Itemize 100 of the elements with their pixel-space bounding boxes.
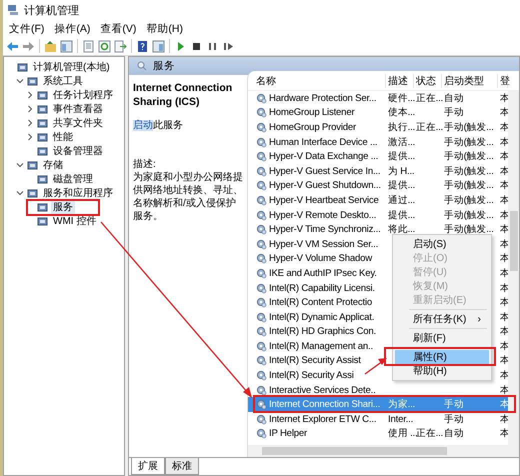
gear-icon	[256, 340, 267, 352]
expand-chevron-icon[interactable]	[26, 105, 34, 113]
column-header[interactable]: 登	[498, 74, 508, 88]
help-icon[interactable]	[136, 40, 149, 52]
service-name[interactable]: Hyper-V Guest Service In...	[269, 166, 380, 177]
tree-item[interactable]: 服务和应用程序	[41, 186, 115, 200]
vertical-scrollbar[interactable]	[508, 91, 519, 445]
console-node-icon	[37, 216, 48, 226]
gear-icon	[256, 194, 267, 206]
service-name[interactable]: Intel(R) Security Assi	[269, 370, 354, 382]
back-arrow-icon[interactable]	[6, 40, 19, 52]
gear-icon	[256, 136, 267, 148]
column-header[interactable]: 状态	[414, 74, 442, 88]
table-cell: 激活...	[388, 136, 415, 149]
menu-item[interactable]: 刷新(F)	[395, 331, 489, 345]
gear-icon	[256, 326, 267, 338]
service-name[interactable]: HomeGroup Listener	[269, 107, 354, 118]
tree-item[interactable]: 设备管理器	[51, 144, 105, 158]
menu-item[interactable]: 所有任务(K) ›	[395, 312, 489, 326]
tree-item[interactable]: 系统工具	[41, 74, 85, 88]
gear-icon	[256, 268, 267, 279]
tree-item[interactable]: 事件查看器	[51, 102, 105, 116]
service-name[interactable]: Intel(R) Management an..	[269, 340, 373, 352]
table-cell: 手动(触发...	[444, 150, 494, 164]
tree-item[interactable]: 计算机管理(本地)	[31, 60, 112, 74]
description-label: 描述:	[133, 158, 157, 171]
service-name[interactable]: Intel(R) Dynamic Applicat.	[269, 312, 374, 323]
table-cell: 手动(触发...	[444, 223, 494, 236]
service-name[interactable]: Intel(R) Security Assist	[269, 355, 361, 366]
console-node-icon	[27, 160, 38, 170]
gear-icon	[256, 384, 267, 396]
table-cell: 正在...	[416, 92, 443, 105]
table-cell: 执行...	[388, 120, 415, 134]
menu-item[interactable]: 启动(S)	[395, 237, 489, 251]
service-name[interactable]: Interactive Services Dete..	[269, 384, 376, 396]
menu-item[interactable]: 帮助(H)	[142, 22, 187, 36]
tree-item[interactable]: 磁盘管理	[51, 172, 95, 186]
service-name[interactable]: Hyper-V Remote Deskto...	[269, 210, 376, 221]
tree-item[interactable]: WMI 控件	[51, 214, 98, 228]
horizontal-scrollbar[interactable]	[248, 445, 519, 457]
table-cell: 手动(触发...	[444, 164, 494, 178]
service-name[interactable]: Hardware Protection Ser...	[269, 92, 376, 104]
gear-icon	[256, 399, 267, 410]
tree-item[interactable]: 存储	[41, 158, 65, 172]
expand-chevron-icon[interactable]	[26, 91, 34, 99]
folder-up-icon[interactable]	[44, 40, 57, 52]
menu-item[interactable]: 文件(F)	[5, 22, 48, 36]
service-name[interactable]: Hyper-V Guest Shutdown...	[269, 180, 381, 192]
service-name[interactable]: IP Helper	[269, 428, 308, 440]
forward-arrow-icon[interactable]	[22, 40, 35, 52]
table-cell: 手动(触发...	[444, 179, 494, 192]
service-name[interactable]: Intel(R) Content Protectio	[269, 297, 372, 308]
service-name[interactable]: Hyper-V Data Exchange ...	[269, 151, 378, 162]
tree-item[interactable]: 任务计划程序	[51, 88, 115, 102]
table-cell: 通过...	[388, 194, 415, 207]
column-header[interactable]: 启动类型	[442, 74, 498, 88]
collapse-chevron-icon[interactable]	[16, 189, 24, 197]
search-icon	[137, 61, 147, 71]
service-name[interactable]: Hyper-V Time Synchroniz...	[269, 224, 381, 236]
service-name[interactable]: Hyper-V Heartbeat Service	[269, 194, 379, 206]
refresh-icon[interactable]	[98, 40, 111, 52]
tree-item[interactable]: 共享文件夹	[51, 116, 105, 130]
start-link[interactable]: 启动	[133, 120, 153, 131]
collapse-chevron-icon[interactable]	[16, 161, 24, 169]
gear-icon	[256, 107, 267, 118]
menu-item[interactable]: 帮助(H)	[395, 364, 489, 378]
tree-item[interactable]: 性能	[51, 130, 75, 144]
table-cell: Inter...	[388, 414, 414, 425]
app-icon	[7, 4, 19, 16]
gear-icon	[256, 355, 267, 366]
view-tab[interactable]: 标准	[165, 458, 199, 475]
service-name[interactable]: Intel(R) Capability Licensi.	[269, 282, 375, 294]
panel-icon[interactable]	[152, 40, 165, 52]
export-icon[interactable]	[114, 40, 127, 52]
table-cell: 手动(触发...	[444, 208, 494, 222]
service-name[interactable]: Hyper-V VM Session Ser...	[269, 238, 378, 250]
service-name[interactable]: IKE and AuthIP IPsec Key.	[269, 268, 377, 279]
service-name[interactable]: Hyper-V Volume Shadow	[269, 253, 372, 264]
menu-item[interactable]: 操作(A)	[50, 22, 94, 36]
service-name[interactable]: Human Interface Device ...	[269, 136, 378, 148]
expand-chevron-icon[interactable]	[26, 133, 34, 141]
panel-icon[interactable]	[60, 40, 73, 52]
column-header[interactable]: 描述	[386, 74, 414, 88]
column-header[interactable]: 名称	[254, 74, 386, 88]
menu-item[interactable]: 属性(R)	[395, 350, 489, 364]
menu-item[interactable]: 查看(V)	[96, 22, 140, 36]
console-node-icon	[37, 104, 48, 114]
tree-item[interactable]: 服务	[51, 200, 75, 214]
expand-chevron-icon[interactable]	[26, 119, 34, 127]
console-node-icon	[37, 174, 48, 184]
gear-icon	[256, 224, 267, 236]
pane-title: 服务	[153, 59, 175, 73]
service-name[interactable]: Internet Explorer ETW C...	[269, 414, 376, 425]
table-cell: 使用 ...	[388, 427, 418, 440]
view-tab[interactable]: 扩展	[131, 458, 165, 475]
gear-icon	[256, 122, 267, 133]
service-name[interactable]: Intel(R) HD Graphics Con.	[269, 326, 376, 338]
service-name[interactable]: HomeGroup Provider	[269, 122, 356, 133]
collapse-chevron-icon[interactable]	[16, 77, 24, 85]
properties-icon[interactable]	[82, 40, 95, 52]
